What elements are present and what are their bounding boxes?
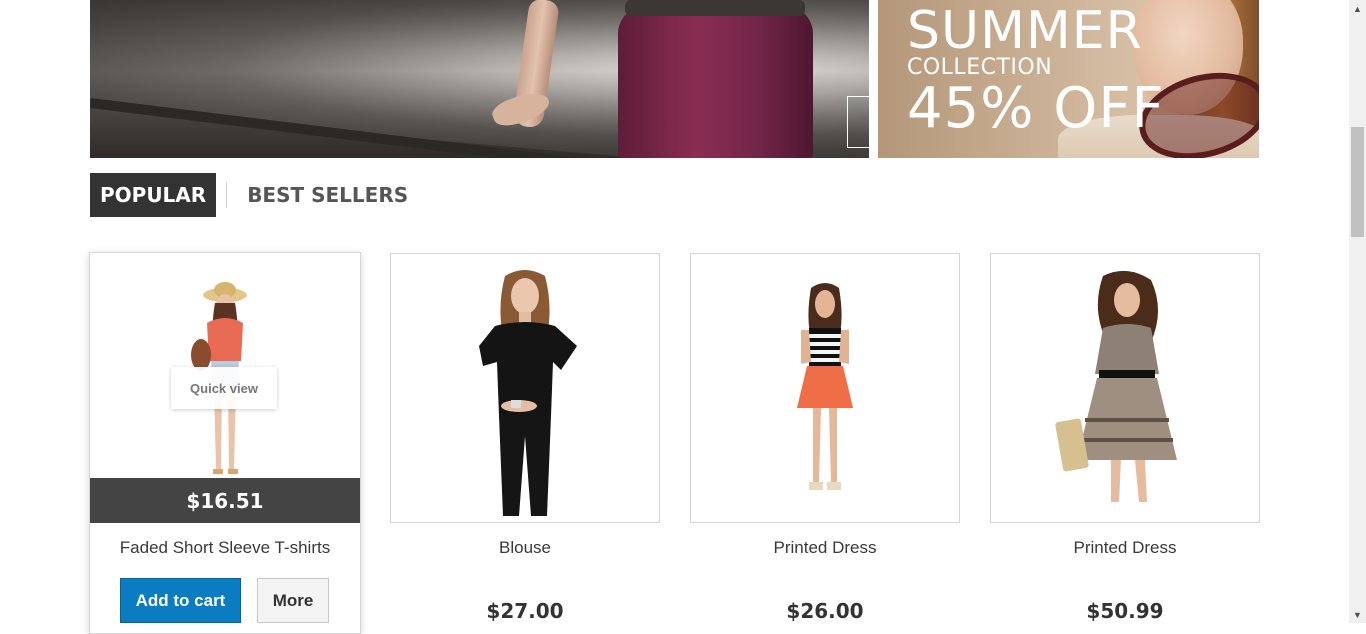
product-price: $26.00 [690,599,960,623]
scroll-up-icon[interactable]: ▲ [1349,0,1366,17]
summer-promo-banner[interactable]: SUMMER COLLECTION 45% OFF [878,0,1259,158]
quick-view-button[interactable]: Quick view [171,367,277,409]
promo-line-3: 45% OFF [907,78,1165,140]
slider-model-belt [625,0,805,16]
product-image[interactable]: Quick view $16.51 [90,253,360,523]
more-button[interactable]: More [257,578,329,623]
promo-line-1: SUMMER [907,4,1165,58]
page-scrollbar[interactable]: ▲ ▼ [1349,0,1366,623]
product-card[interactable]: Printed Dress $26.00 [690,253,960,523]
product-card[interactable]: Printed Dress $50.99 [990,253,1260,523]
promo-line-2: COLLECTION [907,58,1165,78]
slider-model-skirt [618,0,813,158]
product-name[interactable]: Faded Short Sleeve T-shirts [90,538,360,558]
product-actions: Add to cart More [120,578,329,623]
product-name[interactable]: Printed Dress [690,538,960,558]
product-price-overlay: $16.51 [90,478,360,523]
tab-popular[interactable]: POPULAR [90,173,216,217]
product-name[interactable]: Blouse [390,538,660,558]
product-image[interactable] [690,253,960,523]
product-image-model [775,282,875,512]
product-price: $27.00 [390,599,660,623]
product-card-hover-frame: Quick view $16.51 Faded Short Sleeve T-s… [89,252,361,634]
product-image[interactable] [390,253,660,523]
slider-prev-button[interactable]: ‹ [847,96,869,148]
homepage-slider: ‹ › [90,0,869,158]
product-name[interactable]: Printed Dress [990,538,1260,558]
product-image[interactable] [990,253,1260,523]
add-to-cart-button[interactable]: Add to cart [120,578,241,623]
tab-best-sellers[interactable]: BEST SELLERS [237,173,418,217]
product-price: $50.99 [990,599,1260,623]
tab-divider [226,182,227,208]
scrollbar-thumb[interactable] [1351,127,1364,237]
product-image-model [455,266,595,516]
product-card[interactable]: Blouse $27.00 [390,253,660,523]
product-tabs: POPULAR BEST SELLERS [90,173,418,217]
promo-text: SUMMER COLLECTION 45% OFF [907,4,1165,140]
slider-controls: ‹ › [847,96,869,148]
scroll-down-icon[interactable]: ▼ [1349,606,1366,623]
product-image-model [1055,270,1195,510]
